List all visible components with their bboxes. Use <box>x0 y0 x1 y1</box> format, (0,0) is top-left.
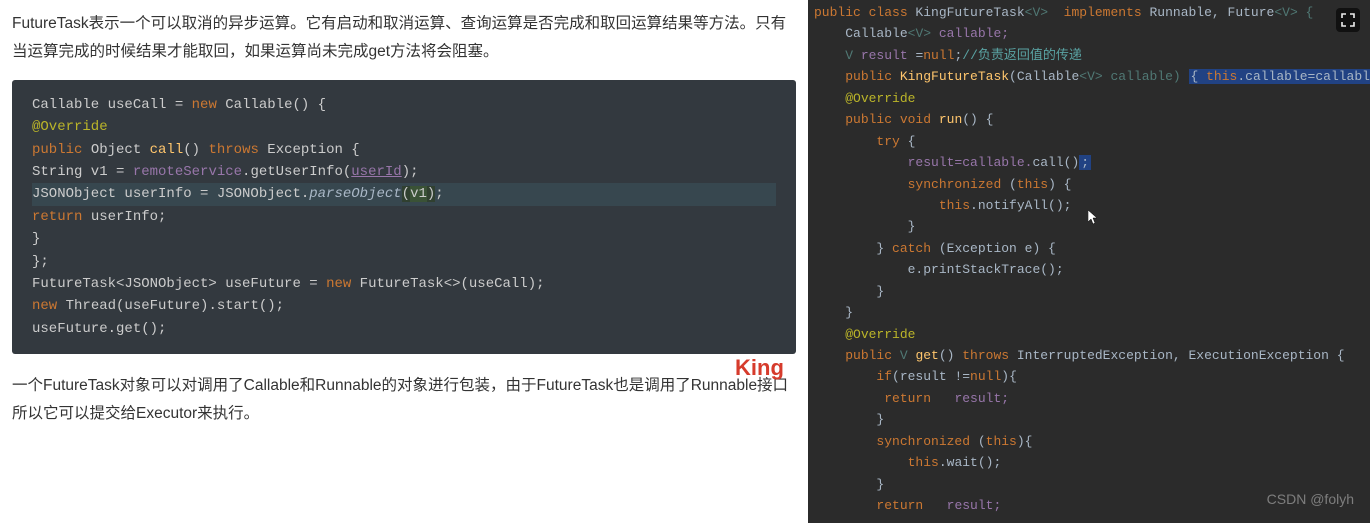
code-panel-right: public class KingFutureTask<V> implement… <box>808 0 1370 517</box>
outro-paragraph: 一个FutureTask对象可以对调用了Callable和Runnable的对象… <box>12 372 796 428</box>
expand-button[interactable] <box>1336 8 1360 32</box>
code-block-kingfuturetask: public class KingFutureTask<V> implement… <box>808 0 1370 523</box>
article-left: FutureTask表示一个可以取消的异步运算。它有启动和取消运算、查询运算是否… <box>0 0 808 517</box>
code-block-callable: Callable useCall = new Callable() { @Ove… <box>12 80 796 354</box>
expand-icon <box>1341 13 1355 27</box>
intro-paragraph: FutureTask表示一个可以取消的异步运算。它有启动和取消运算、查询运算是否… <box>12 10 796 66</box>
